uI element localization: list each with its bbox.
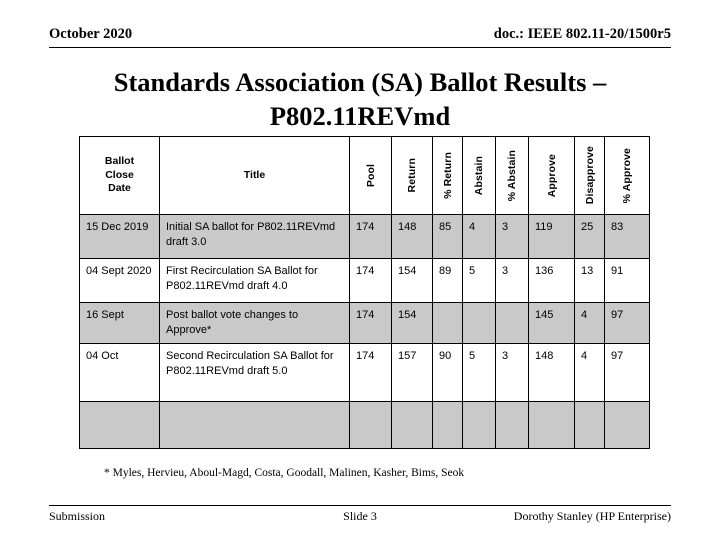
table-row: 04 Sept 2020 First Recirculation SA Ball… [79,258,650,303]
header-divider [49,47,671,48]
cell-disapprove: 4 [574,302,605,344]
cell-pct-approve: 97 [604,342,650,402]
column-header-line-3: Date [108,182,131,195]
column-header-pct-abstain: % Abstain [495,136,529,215]
cell-approve: 119 [528,214,575,259]
cell-ballot-close-date: 16 Sept [79,302,160,344]
cell-pct-return: 85 [432,214,463,259]
cell-pool: 174 [349,342,392,402]
column-header-abstain-label: Abstain [473,155,485,196]
page-title-line-2: P802.11REVmd [269,100,451,131]
column-header-disapprove-label: Disapprove [583,146,596,205]
cell-disapprove: 25 [574,214,605,259]
footer-author: Dorothy Stanley (HP Enterprise) [513,509,671,523]
cell-return [391,400,433,449]
ballot-results-table-container: Ballot Close Date Title Pool Return % Re… [79,136,650,449]
cell-pct-abstain: 3 [495,258,529,303]
cell-title: Second Recirculation SA Ballot for P802.… [159,342,350,402]
column-header-line-2: Close [105,168,134,181]
cell-abstain [462,302,496,344]
cell-disapprove [574,400,605,449]
column-header-pct-return: % Return [432,136,463,215]
cell-ballot-close-date: 04 Sept 2020 [79,258,160,303]
cell-pct-abstain [495,302,529,344]
column-header-title-label: Title [243,168,266,181]
cell-pct-return: 89 [432,258,463,303]
cell-pct-return [432,302,463,344]
cell-disapprove: 13 [574,258,605,303]
cell-pct-abstain [495,400,529,449]
column-header-return-label: Return [406,158,418,193]
cell-abstain: 5 [462,342,496,402]
cell-title: Initial SA ballot for P802.11REVmd draft… [159,214,350,259]
column-header-disapprove: Disapprove [574,136,605,215]
column-header-pct-approve-label: % Approve [621,147,633,204]
footer-submission-label: Submission [49,509,106,523]
column-header-pool-label: Pool [364,163,377,188]
table-header-row: Ballot Close Date Title Pool Return % Re… [79,136,650,215]
header-doc-number: doc.: IEEE 802.11-20/1500r5 [493,26,671,42]
cell-return: 157 [391,342,433,402]
cell-approve [528,400,575,449]
table-row [79,400,650,449]
cell-return: 154 [391,302,433,344]
table-row: 16 Sept Post ballot vote changes to Appr… [79,302,650,344]
cell-title [159,400,350,449]
cell-pool [349,400,392,449]
cell-pct-approve: 97 [604,302,650,344]
footer-divider [49,505,671,506]
column-header-return: Return [391,136,433,215]
page-title: Standards Association (SA) Ballot Result… [42,66,678,133]
cell-disapprove: 4 [574,342,605,402]
cell-abstain [462,400,496,449]
column-header-abstain: Abstain [462,136,496,215]
cell-return: 148 [391,214,433,259]
cell-abstain: 4 [462,214,496,259]
cell-approve: 136 [528,258,575,303]
cell-pct-approve: 83 [604,214,650,259]
column-header-pool: Pool [349,136,392,215]
cell-pool: 174 [349,302,392,344]
cell-approve: 148 [528,342,575,402]
table-row: 04 Oct Second Recirculation SA Ballot fo… [79,342,650,402]
slide-header: October 2020 doc.: IEEE 802.11-20/1500r5 [49,26,671,52]
table-row: 15 Dec 2019 Initial SA ballot for P802.1… [79,214,650,259]
footer-slide-number: Slide 3 [343,509,377,523]
cell-ballot-close-date: 04 Oct [79,342,160,402]
ballot-results-table: Ballot Close Date Title Pool Return % Re… [79,136,650,449]
cell-title: Post ballot vote changes to Approve* [159,302,350,344]
column-header-ballot-close-date: Ballot Close Date [79,136,160,215]
cell-ballot-close-date [79,400,160,449]
cell-pool: 174 [349,258,392,303]
column-header-title: Title [159,136,350,215]
cell-pct-abstain: 3 [495,342,529,402]
footnote: * Myles, Hervieu, Aboul-Magd, Costa, Goo… [104,467,465,479]
header-date: October 2020 [49,26,133,42]
cell-ballot-close-date: 15 Dec 2019 [79,214,160,259]
cell-pct-return [432,400,463,449]
column-header-pct-abstain-label: % Abstain [506,149,518,202]
column-header-pct-approve: % Approve [604,136,650,215]
cell-approve: 145 [528,302,575,344]
page-title-line-1: Standards Association (SA) Ballot Result… [113,67,607,97]
cell-pct-approve: 91 [604,258,650,303]
column-header-line-1: Ballot [104,155,135,168]
cell-pool: 174 [349,214,392,259]
slide-footer: Submission Slide 3 Dorothy Stanley (HP E… [49,509,671,527]
cell-pct-approve [604,400,650,449]
cell-title: First Recirculation SA Ballot for P802.1… [159,258,350,303]
column-header-pct-return-label: % Return [441,152,454,199]
cell-pct-return: 90 [432,342,463,402]
cell-abstain: 5 [462,258,496,303]
cell-pct-abstain: 3 [495,214,529,259]
column-header-approve: Approve [528,136,575,215]
column-header-approve-label: Approve [545,153,558,198]
cell-return: 154 [391,258,433,303]
